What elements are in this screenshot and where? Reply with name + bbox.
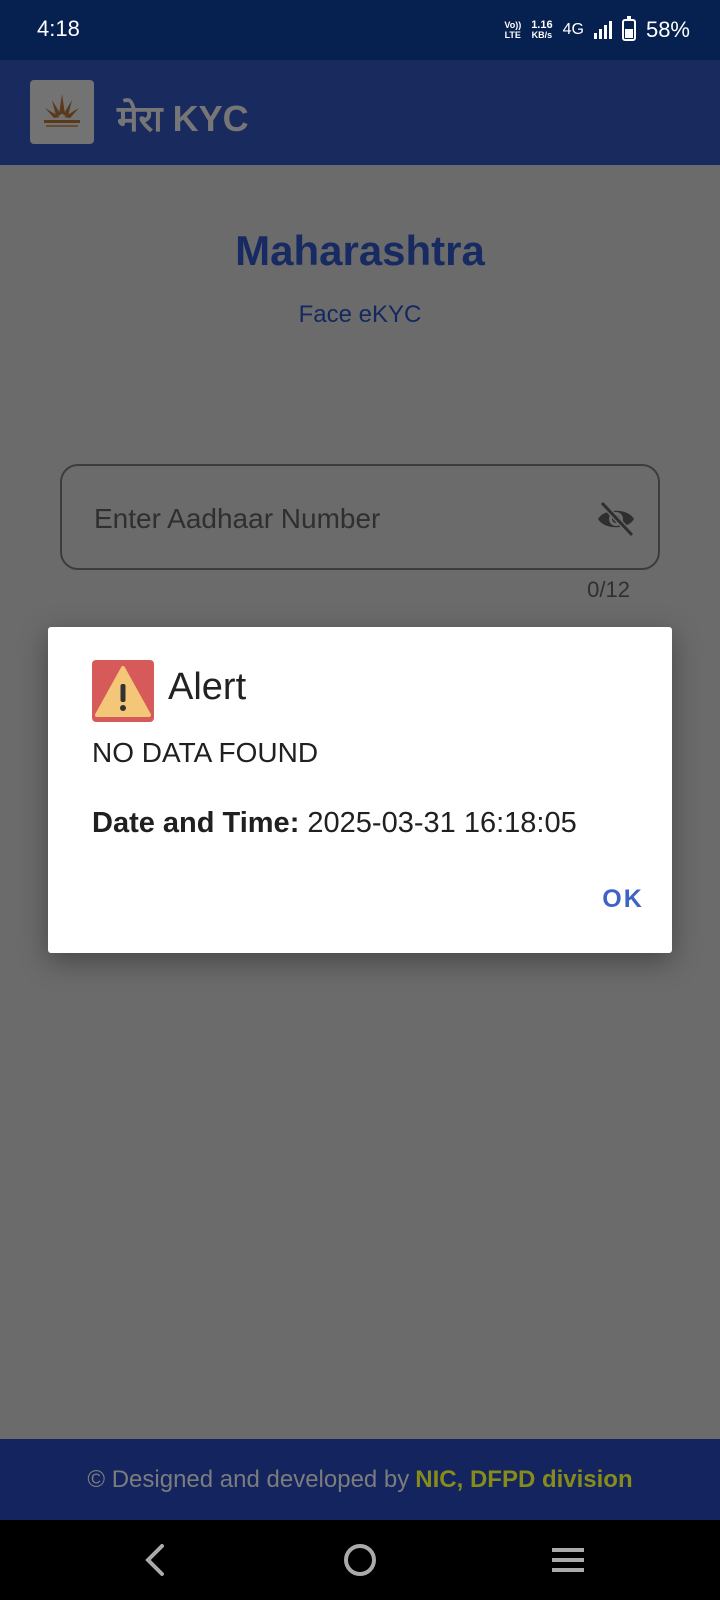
signal-icon [593, 21, 612, 39]
speed-value: 1.16 [531, 19, 553, 31]
datetime-value: 2025-03-31 16:18:05 [307, 807, 577, 839]
aadhaar-field[interactable] [60, 464, 660, 570]
back-icon[interactable] [130, 1538, 180, 1582]
state-title: Maharashtra [235, 227, 485, 274]
dialog-message: NO DATA FOUND [92, 737, 319, 768]
footer: © Designed and developed by NIC, DFPD di… [0, 1439, 720, 1520]
aadhaar-input[interactable] [92, 498, 556, 540]
app-bar: मेरा KYC [0, 60, 720, 165]
footer-org: NIC, DFPD division [415, 1465, 633, 1493]
battery-icon [621, 16, 636, 41]
system-nav-bar [0, 1520, 720, 1600]
status-time: 4:18 [37, 16, 80, 41]
speed-unit: KB/s [531, 30, 553, 40]
app-logo-icon [30, 80, 94, 144]
app-title: मेरा KYC [117, 98, 249, 139]
home-icon[interactable] [335, 1538, 385, 1582]
battery-percent: 58% [645, 17, 690, 42]
dialog-title: Alert [168, 666, 247, 708]
network-speed: 1.16 KB/s [531, 19, 553, 41]
dialog-datetime: Date and Time: 2025-03-31 16:18:05 [92, 807, 577, 840]
warning-icon [92, 660, 154, 722]
eye-off-icon[interactable] [594, 497, 638, 541]
network-type: 4G [562, 21, 584, 38]
alert-dialog: Alert NO DATA FOUND Date and Time: 2025-… [48, 627, 672, 953]
char-counter: 0/12 [587, 577, 630, 602]
volte-bottom: LTE [504, 30, 521, 40]
datetime-label: Date and Time: [92, 807, 300, 839]
menu-icon[interactable] [543, 1538, 593, 1582]
status-icons: Vo)) LTE 1.16 KB/s 4G 58% [504, 14, 690, 46]
ok-button[interactable]: OK [588, 879, 658, 919]
volte-indicator: Vo)) LTE [504, 20, 521, 40]
page-subtitle: Face eKYC [298, 301, 422, 328]
volte-top: Vo)) [504, 20, 522, 30]
footer-credit: © Designed and developed by [87, 1465, 410, 1493]
status-bar: 4:18 Vo)) LTE 1.16 KB/s 4G 58% [0, 0, 720, 60]
